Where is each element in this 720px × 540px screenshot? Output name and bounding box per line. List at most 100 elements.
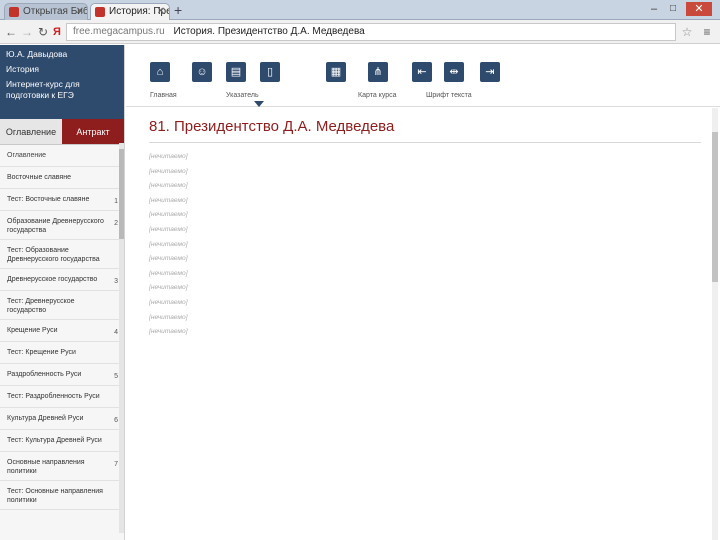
sidebar-scrollbar[interactable] [119,143,124,533]
favicon-icon [9,7,19,17]
home-button[interactable]: ⌂ [150,62,170,82]
document-paragraph: [нечитаемо] [149,284,188,292]
tab-antrakt[interactable]: Антракт [62,119,124,144]
sidebar-item-label: Культура Древней Руси [7,415,84,422]
close-window-button[interactable]: ✕ [686,2,712,16]
document-paragraph: [нечитаемо] [149,255,188,263]
sidebar-item[interactable]: Тест: Образование Древнерусского государ… [0,240,124,269]
sidebar-link-course[interactable]: Интернет-курс для подготовки к ЕГЭ [6,79,118,101]
calendar-button[interactable]: ▦ [326,62,346,82]
sidebar-item[interactable]: Оглавление [0,145,124,167]
sidebar-item-label: Образование Древнерусского государства [7,218,104,234]
scrollbar-thumb[interactable] [119,149,124,239]
browser-tab-history[interactable]: История: Презид ✕ [90,3,170,20]
sidebar-item[interactable]: Древнерусское государство 3 [0,269,124,291]
yandex-icon[interactable]: Я [50,24,64,40]
bookmark-button[interactable]: ▯ [260,62,280,82]
document-body: [нечитаемо] [нечитаемо] [нечитаемо] [нечита… [149,153,701,337]
browser-menu-icon[interactable]: ≡ [700,24,714,40]
book-button[interactable]: ▤ [226,62,246,82]
sidebar-item-number: 4 [114,329,118,336]
users-icon: ☺ [196,66,208,78]
sidebar-item-label: Тест: Образование Древнерусского государ… [7,247,100,263]
sidebar-item-label: Тест: Раздробленность Руси [7,393,100,400]
text-size-button[interactable]: ⇹ [444,62,464,82]
collapse-button[interactable]: ⇤ [412,62,432,82]
sidebar-item[interactable]: Тест: Древнерусское государство [0,291,124,320]
sidebar-link-history[interactable]: История [6,64,118,75]
back-button[interactable]: ← [4,24,18,40]
toolbar-button-label: Шрифт текста [426,92,472,99]
close-tab-icon[interactable]: ✕ [157,4,165,19]
toolbar-button-label: Главная [150,92,177,99]
sidebar-item-label: Тест: Древнерусское государство [7,298,75,314]
document-paragraph: [нечитаемо] [149,240,188,248]
sidebar-item-number: 3 [114,278,118,285]
document-paragraph: [нечитаемо] [149,211,188,219]
browser-toolbar: ← → ↻ Я free.megacampus.ru История. През… [0,20,720,44]
reload-button[interactable]: ↻ [36,24,50,40]
browser-tab-strip: Открытая Библ ✕ История: Презид ✕ + – □ … [0,0,720,20]
document-paragraph: [нечитаемо] [149,196,188,204]
sidebar-item[interactable]: Тест: Восточные славяне 1 [0,189,124,211]
browser-tab-library[interactable]: Открытая Библ ✕ [4,3,88,20]
sidebar-item-label: Тест: Культура Древней Руси [7,437,102,444]
current-position-marker [254,101,264,107]
tab-contents[interactable]: Оглавление [0,119,62,144]
document-paragraph: [нечитаемо] [149,328,188,336]
sidebar-tabs: Оглавление Антракт [0,119,124,145]
maximize-button[interactable]: □ [665,2,681,16]
sidebar-item[interactable]: Тест: Культура Древней Руси [0,430,124,452]
sidebar-item-label: Крещение Руси [7,327,58,334]
sidebar-item[interactable]: Образование Древнерусского государства 2 [0,211,124,240]
sidebar-item-label: Восточные славяне [7,174,71,181]
document-paragraph: [нечитаемо] [149,167,188,175]
minimize-button[interactable]: – [646,2,662,16]
page-title: 81. Президентство Д.А. Медведева [149,118,701,143]
collapse-icon: ⇤ [417,66,427,78]
sidebar-item-label: Древнерусское государство [7,276,98,283]
document-paragraph: [нечитаемо] [149,313,188,321]
sitemap-button[interactable]: ⋔ [368,62,388,82]
sidebar-item[interactable]: Основные направления политики 7 [0,452,124,481]
sidebar-link-author[interactable]: Ю.А. Давыдова [6,49,118,60]
sidebar-item[interactable]: Тест: Основные направления политики [0,481,124,510]
sidebar-item[interactable]: Тест: Крещение Руси [0,342,124,364]
expand-button[interactable]: ⇥ [480,62,500,82]
url-host: free.megacampus.ru [73,26,165,37]
document-paragraph: [нечитаемо] [149,225,188,233]
document-area: 81. Президентство Д.А. Медведева [нечита… [133,108,713,540]
document-paragraph: [нечитаемо] [149,153,188,160]
sidebar-item-label: Тест: Крещение Руси [7,349,76,356]
sidebar-item-number: 7 [114,461,118,468]
address-bar[interactable]: free.megacampus.ru История. Президентств… [66,23,676,41]
url-page-title: История. Президентство Д.А. Медведева [173,26,365,37]
text-size-icon: ⇹ [449,66,459,78]
calendar-icon: ▦ [330,66,342,78]
close-tab-icon[interactable]: ✕ [76,4,84,19]
scrollbar-thumb[interactable] [712,132,718,282]
sidebar-item-number: 5 [114,373,118,380]
sidebar-item[interactable]: Крещение Руси 4 [0,320,124,342]
favicon-icon [95,7,105,17]
sidebar-item-number: 6 [114,417,118,424]
users-button[interactable]: ☺ [192,62,212,82]
document-scrollbar[interactable] [712,108,718,540]
toolbar-button-label: Карта курса [358,92,397,99]
sidebar-item[interactable]: Раздробленность Руси 5 [0,364,124,386]
sidebar-item-number: 2 [114,220,118,227]
sitemap-icon: ⋔ [373,66,383,78]
course-sidebar: Ю.А. Давыдова История Интернет-курс для … [0,45,125,540]
forward-button[interactable]: → [20,24,34,40]
sidebar-item[interactable]: Тест: Раздробленность Руси [0,386,124,408]
book-icon: ▤ [230,66,242,78]
bookmark-star-icon[interactable]: ☆ [680,24,694,40]
sidebar-item[interactable]: Восточные славяне [0,167,124,189]
sidebar-item[interactable]: Культура Древней Руси 6 [0,408,124,430]
bookmark-icon: ▯ [266,66,274,78]
sidebar-item-label: Оглавление [7,152,47,159]
sidebar-list: Оглавление Восточные славяне Тест: Восточн… [0,145,124,510]
expand-icon: ⇥ [485,66,495,78]
new-tab-button[interactable]: + [174,2,182,18]
sidebar-item-label: Основные направления политики [7,459,85,475]
